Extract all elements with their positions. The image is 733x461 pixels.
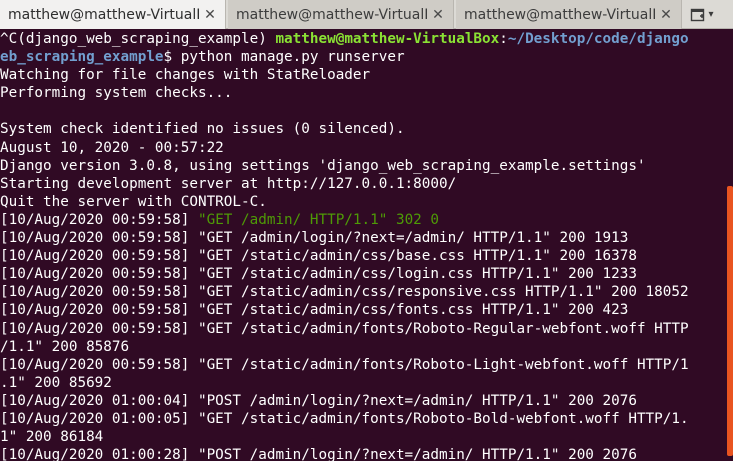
prompt-user: matthew@matthew-VirtualBox [275,31,500,47]
output-line: Performing system checks... [0,85,233,102]
log-line: [10/Aug/2020 00:59:58] "GET /static/admi… [0,320,689,337]
command-text: python manage.py runserver [180,49,405,66]
close-icon[interactable]: ✕ [427,7,449,23]
tab-bar: matthew@matthew-VirtualBox: ~/Desktop/co… [0,0,733,29]
log-line: /1.1" 200 85876 [0,338,130,355]
log-request-redirect: "GET /admin/ HTTP/1.1" 302 0 [197,211,439,228]
output-line: Quit the server with CONTROL-C. [0,193,267,210]
prompt-line-2: eb_scraping_example$ python manage.py ru… [0,48,720,66]
prompt-dollar: $ [163,49,181,66]
output-line: Starting development server at http://12… [0,175,457,192]
prompt-line-1: ^C(django_web_scraping_example) matthew@… [0,30,720,48]
close-icon[interactable]: ✕ [655,7,677,23]
output-line: Django version 3.0.8, using settings 'dj… [0,157,646,174]
log-line: [10/Aug/2020 00:59:58] "GET /static/admi… [0,248,637,265]
log-line: [10/Aug/2020 01:00:05] "GET /static/admi… [0,410,689,427]
tab-3-label: matthew@matthew-VirtualBox: ~ [464,6,655,23]
scrollbar-thumb[interactable] [727,186,733,456]
terminal-window: matthew@matthew-VirtualBox: ~/Desktop/co… [0,0,733,461]
prompt-colon: : [499,31,508,47]
output-line: System check identified no issues (0 sil… [0,121,405,138]
close-icon[interactable]: ✕ [199,7,221,23]
chevron-down-icon[interactable]: ▾ [708,9,713,20]
tab-3[interactable]: matthew@matthew-VirtualBox: ~ ✕ [456,0,682,29]
log-line: [10/Aug/2020 01:00:28] "POST /admin/logi… [0,447,637,461]
log-timestamp: [10/Aug/2020 00:59:58] [0,211,198,228]
prompt-path-wrap: eb_scraping_example [0,49,164,66]
new-tab-icon [691,8,705,21]
new-tab-button[interactable]: ▾ [682,0,722,29]
log-line: [10/Aug/2020 00:59:58] "GET /static/admi… [0,284,689,301]
output-line: Watching for file changes with StatReloa… [0,67,371,84]
log-line: [10/Aug/2020 00:59:58] "GET /static/admi… [0,302,629,319]
scrollbar[interactable] [720,30,733,461]
prompt-prefix: ^C(django_web_scraping_example) [0,31,276,47]
terminal-output[interactable]: ^C(django_web_scraping_example) matthew@… [0,30,720,461]
log-line: [10/Aug/2020 01:00:04] "POST /admin/logi… [0,392,637,409]
tab-1-label: matthew@matthew-VirtualBox: ~/Desktop/co… [8,6,199,23]
log-line: [10/Aug/2020 00:59:58] "GET /static/admi… [0,356,689,373]
log-line: [10/Aug/2020 00:59:58] "GET /admin/ HTTP… [0,211,720,229]
tab-1[interactable]: matthew@matthew-VirtualBox: ~/Desktop/co… [0,0,226,29]
tab-2[interactable]: matthew@matthew-VirtualBox: ~/Desktop ✕ [228,0,454,29]
log-line: 1" 200 86184 [0,429,104,446]
prompt-path: ~/Desktop/code/django [507,31,689,47]
log-line: .1" 200 85692 [0,374,112,391]
tab-2-label: matthew@matthew-VirtualBox: ~/Desktop [236,6,427,23]
output-line: August 10, 2020 - 00:57:22 [0,139,224,156]
log-line: [10/Aug/2020 00:59:58] "GET /static/admi… [0,266,637,283]
log-line: [10/Aug/2020 00:59:58] "GET /admin/login… [0,230,629,247]
